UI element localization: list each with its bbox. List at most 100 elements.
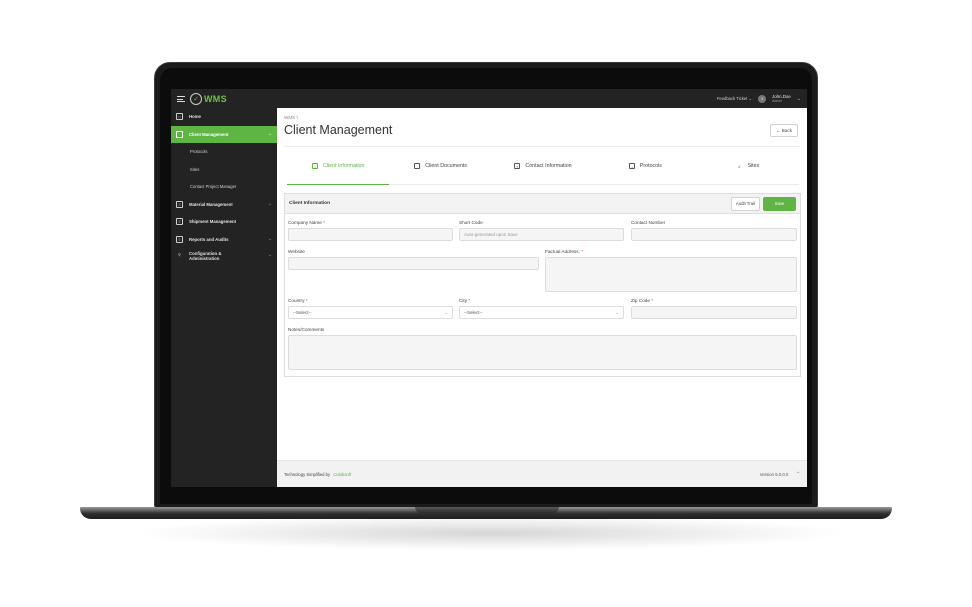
tab-protocols[interactable]: → Protocols xyxy=(594,161,696,184)
short-code-input: Auto-generated upon Save xyxy=(459,228,624,241)
field-label: Factual Address: * xyxy=(545,249,584,254)
sidebar-item-label: Client Management xyxy=(189,131,229,137)
tab-client-documents[interactable]: Client Documents xyxy=(389,161,491,184)
sidebar-item-configuration[interactable]: ⚲ Configuration & Administration ⌄ xyxy=(171,248,277,268)
contact-icon: ▪ xyxy=(514,163,521,169)
company-name-input[interactable] xyxy=(288,228,453,241)
tab-label: Client Documents xyxy=(425,163,468,169)
sidebar-item-shipment-management[interactable]: ≡ Shipment Management xyxy=(171,213,277,231)
field-label: City * xyxy=(459,298,471,303)
tab-bar: ≡ Client Information Client Documents ▪ … xyxy=(287,161,799,185)
chevron-down-icon: ⌄ xyxy=(267,236,272,243)
chevron-down-icon: ⌄ xyxy=(444,309,448,315)
version-label: Version 5.0.0.0 xyxy=(759,471,789,477)
sidebar-item-reports-audits[interactable]: ≡ Reports and Audits ⌄ xyxy=(171,231,277,249)
top-bar: ✓ WMS Feedback Ticket ⌄ J John.Doe Admin… xyxy=(171,89,807,108)
sidebar-subitem-contact-project-manager[interactable]: Contact Project Manager xyxy=(171,178,277,196)
country-field: Country * --Select-- ⌄ xyxy=(288,298,453,319)
sidebar-item-label: Reports and Audits xyxy=(189,236,229,242)
sidebar-item-label: Home xyxy=(189,114,201,120)
field-label: Short Code xyxy=(459,220,483,225)
chevron-down-icon: ⌄ xyxy=(267,252,272,258)
city-field: City * --Select-- ⌄ xyxy=(459,298,624,319)
send-icon: ➶ xyxy=(737,163,742,169)
footer-credit: Technology Simplified by Colabsoft xyxy=(284,471,351,477)
sidebar-subitem-sites[interactable]: Sites xyxy=(171,161,277,179)
laptop-shadow xyxy=(140,516,840,550)
audit-trail-button[interactable]: Audit Trail xyxy=(730,196,760,211)
field-label: Notes/Comments xyxy=(288,327,325,332)
footer-brand-logo: Colabsoft xyxy=(333,471,351,477)
contact-number-input[interactable] xyxy=(631,228,797,241)
tab-label: Client Information xyxy=(322,163,365,169)
logo-mark-icon: ✓ xyxy=(190,92,202,105)
panel-title: Client Information xyxy=(289,201,331,206)
tab-label: Protocols xyxy=(639,163,662,169)
website-input[interactable] xyxy=(288,257,539,270)
factual-address-textarea[interactable] xyxy=(545,257,797,292)
chevron-down-icon: ⌄ xyxy=(615,309,619,315)
clipboard-icon xyxy=(176,130,183,138)
chevron-down-icon: ⌄ xyxy=(267,131,272,138)
tab-contact-information[interactable]: ▪ Contact Information xyxy=(492,161,594,184)
zip-code-field: Zip Code * xyxy=(631,298,797,319)
zip-code-input[interactable] xyxy=(631,306,797,319)
field-label: Website xyxy=(288,249,305,254)
divider xyxy=(284,146,800,147)
hamburger-icon[interactable] xyxy=(177,95,185,102)
chevron-down-icon: ⌄ xyxy=(748,96,752,101)
config-label-line2: Administration xyxy=(189,256,220,261)
user-role: Admin xyxy=(772,98,783,103)
notes-field: Notes/Comments xyxy=(288,327,797,370)
field-label: Country * xyxy=(288,298,308,303)
sidebar-item-label: Material Management xyxy=(189,201,233,207)
report-icon: ≡ xyxy=(176,235,183,243)
footer-right: Version 5.0.0.0 ⌃ xyxy=(760,471,800,477)
sidebar: ⌂ Home Client Management ⌄ Protocols Sit… xyxy=(171,108,277,487)
city-select[interactable]: --Select-- ⌄ xyxy=(459,306,624,319)
feedback-label: Feedback Ticket xyxy=(716,96,748,101)
wms-logo[interactable]: ✓ WMS xyxy=(190,92,227,105)
field-label: Company Name * xyxy=(288,220,326,225)
notes-textarea[interactable] xyxy=(288,335,797,370)
short-code-field: Short Code Auto-generated upon Save xyxy=(459,220,624,241)
tab-client-information[interactable]: ≡ Client Information xyxy=(287,161,390,185)
website-field: Website xyxy=(288,249,539,270)
page-title: Client Management xyxy=(284,123,393,137)
logo-text: WMS xyxy=(204,93,227,104)
breadcrumb[interactable]: WMS \ xyxy=(284,115,298,120)
user-settings-icon: ⚲ xyxy=(178,252,181,257)
sidebar-item-client-management[interactable]: Client Management ⌄ xyxy=(171,125,277,143)
home-icon: ⌂ xyxy=(176,113,183,121)
feedback-ticket-menu[interactable]: Feedback Ticket ⌄ xyxy=(717,96,752,101)
company-name-field: Company Name * xyxy=(288,220,453,241)
contact-number-field: Contact Number xyxy=(631,220,797,241)
login-icon: → xyxy=(628,163,635,169)
tab-sites[interactable]: ➶ Sites xyxy=(697,161,799,184)
user-menu[interactable]: John.Doe Admin xyxy=(772,94,791,104)
save-button[interactable]: Save xyxy=(763,196,796,211)
list-icon: ≡ xyxy=(311,163,318,169)
footer: Technology Simplified by Colabsoft Versi… xyxy=(277,460,807,487)
tab-label: Sites xyxy=(747,163,760,169)
document-icon xyxy=(414,163,421,169)
topbar-right: Feedback Ticket ⌄ J John.Doe Admin ⌄ xyxy=(717,94,801,104)
panel-header: Client Information Audit Trail Save xyxy=(285,194,800,214)
main-content: WMS \ Client Management ← Back ≡ Client … xyxy=(277,108,807,487)
user-chevron-down-icon[interactable]: ⌄ xyxy=(797,96,801,102)
avatar[interactable]: J xyxy=(758,94,766,103)
app-screen: ✓ WMS Feedback Ticket ⌄ J John.Doe Admin… xyxy=(171,89,807,487)
sidebar-item-label: Shipment Management xyxy=(189,219,237,225)
field-label: Zip Code * xyxy=(631,298,654,303)
sidebar-item-material-management[interactable]: ≡ Material Management ⌄ xyxy=(171,196,277,214)
sidebar-item-label: Configuration & Administration xyxy=(189,251,221,261)
client-information-panel: Client Information Audit Trail Save Comp… xyxy=(284,193,801,377)
chevron-up-icon[interactable]: ⌃ xyxy=(796,471,800,477)
box-icon: ≡ xyxy=(176,218,183,226)
sidebar-item-home[interactable]: ⌂ Home xyxy=(171,108,277,126)
laptop-notch xyxy=(415,507,559,513)
back-button[interactable]: ← Back xyxy=(769,124,798,137)
sidebar-subitem-protocols[interactable]: Protocols xyxy=(171,143,277,161)
country-select[interactable]: --Select-- ⌄ xyxy=(288,306,453,319)
field-label: Contact Number xyxy=(631,220,666,225)
